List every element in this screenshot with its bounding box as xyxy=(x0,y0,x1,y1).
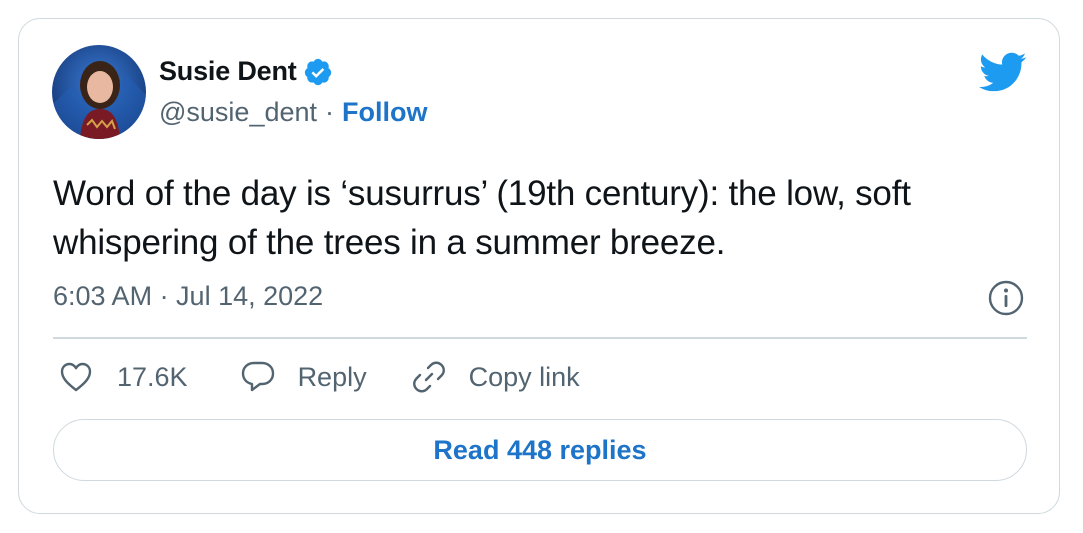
copy-link-label: Copy link xyxy=(468,361,580,392)
tweet-text: Word of the day is ‘susurrus’ (19th cent… xyxy=(53,174,911,262)
follow-link[interactable]: Follow xyxy=(342,97,427,128)
action-bar: 17.6K Reply Copy link xyxy=(59,359,580,395)
read-replies-button[interactable]: Read 448 replies xyxy=(53,419,1027,481)
twitter-bird-icon[interactable] xyxy=(977,51,1027,93)
speech-bubble-icon xyxy=(241,361,274,392)
verified-badge-icon xyxy=(304,58,331,86)
author-handle[interactable]: @susie_dent xyxy=(159,97,317,128)
link-icon xyxy=(412,361,445,393)
tweet-timestamp[interactable]: 6:03 AM · Jul 14, 2022 xyxy=(53,281,323,312)
like-button[interactable]: 17.6K xyxy=(59,361,188,393)
separator-dot: · xyxy=(325,97,335,127)
heart-icon xyxy=(60,362,92,392)
copy-link-button[interactable]: Copy link xyxy=(411,359,580,395)
divider xyxy=(53,337,1027,339)
avatar[interactable] xyxy=(52,45,146,139)
reply-button[interactable]: Reply xyxy=(240,360,367,394)
author-name-row: Susie Dent xyxy=(159,55,333,87)
like-count: 17.6K xyxy=(117,361,188,392)
handle-row: @susie_dent · Follow xyxy=(159,97,428,128)
tweet-card: Susie Dent @susie_dent · Follow Word of … xyxy=(18,18,1060,514)
author-name[interactable]: Susie Dent xyxy=(159,56,297,87)
info-icon[interactable] xyxy=(987,279,1025,317)
reply-label: Reply xyxy=(297,361,367,392)
